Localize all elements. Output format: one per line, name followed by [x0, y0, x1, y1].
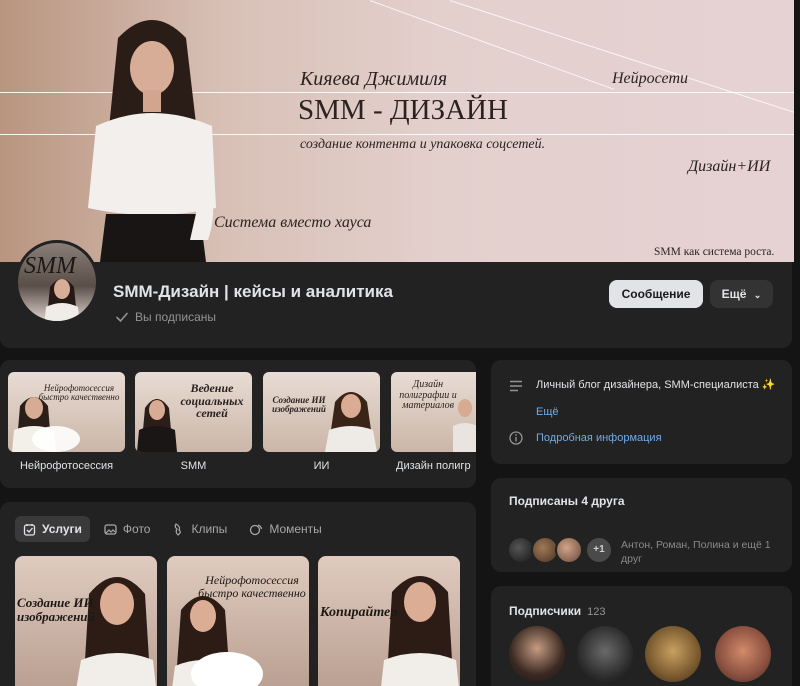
content-panel: Услуги Фото Клипы Моменты Создание ИИ из… — [0, 502, 476, 686]
album-cover-text: Создание ИИ изображений — [272, 395, 326, 415]
message-button[interactable]: Сообщение — [609, 280, 703, 308]
albums-panel: Нейрофотосессия быстро качественно Нейро… — [0, 360, 476, 488]
album-cover-text: Ведение социальных сетей — [180, 381, 244, 421]
album-label[interactable]: SMM — [135, 460, 252, 472]
subscribed-label: Вы подписаны — [135, 310, 216, 324]
clips-icon — [175, 522, 182, 536]
tab-moments[interactable]: Моменты — [241, 516, 329, 542]
album-cover[interactable]: Нейрофотосессия быстро качественно — [8, 372, 125, 452]
cover-tag-ai: Нейросети — [612, 70, 688, 87]
album-portrait — [137, 399, 177, 452]
avatar[interactable] — [715, 626, 771, 682]
more-button-label: Ещё — [721, 287, 747, 301]
tab-label: Клипы — [191, 522, 228, 536]
more-friends-badge[interactable]: +1 — [585, 536, 613, 564]
cover-name: Кияева Джимиля — [300, 68, 448, 90]
tab-label: Фото — [122, 522, 151, 536]
avatar[interactable] — [509, 626, 565, 682]
album-cover[interactable]: Ведение социальных сетей — [135, 372, 252, 452]
cover-portrait — [88, 20, 216, 262]
album-cover[interactable]: Создание ИИ изображений — [263, 372, 380, 452]
tab-clips[interactable]: Клипы — [164, 516, 235, 542]
more-button[interactable]: Ещё ⌄ — [710, 280, 773, 308]
community-page: Кияева Джимиля SMM - ДИЗАЙН создание кон… — [0, 0, 800, 686]
album-cover-text: Нейрофотосессия быстро качественно — [38, 383, 120, 403]
avatar[interactable] — [555, 536, 583, 564]
album-portrait — [325, 392, 377, 452]
moments-icon — [250, 523, 263, 535]
friends-names: Антон, Роман, Полина и ещё 1 друг — [621, 539, 771, 565]
service-card-text: Нейрофотосессия быстро качественно — [198, 573, 306, 600]
service-card-portrait — [76, 577, 156, 686]
check-icon — [116, 312, 128, 323]
service-card-text: Создание ИИ изображений — [17, 595, 95, 624]
cover-footer: SMM как система роста. — [654, 246, 775, 258]
tab-label: Моменты — [269, 522, 322, 536]
album-label[interactable]: ИИ — [263, 460, 380, 472]
cover-slogan: Система вместо хауса — [214, 214, 372, 231]
services-icon — [23, 523, 36, 536]
service-card-portrait — [381, 576, 459, 686]
friends-title: Подписаны 4 друга — [509, 494, 625, 508]
details-link[interactable]: Подробная информация — [536, 432, 662, 444]
avatar-portrait — [44, 279, 80, 321]
album-portrait — [453, 399, 476, 452]
flowers-icon — [191, 652, 263, 686]
photo-icon — [104, 523, 117, 535]
tab-photo[interactable]: Фото — [96, 516, 159, 542]
tab-label: Услуги — [42, 522, 82, 536]
page-title: SMM-Дизайн | кейсы и аналитика — [113, 282, 393, 301]
cover-tagline: создание контента и упаковка соцсетей. — [300, 137, 546, 152]
followers-label: Подписчики — [509, 604, 582, 618]
followers-title: Подписчики 123 — [509, 604, 606, 618]
friends-panel[interactable]: Подписаны 4 друга +1 Антон, Роман, Полин… — [491, 478, 792, 572]
followers-panel[interactable]: Подписчики 123 — [491, 586, 792, 686]
service-card-text: Копирайтер — [320, 605, 398, 620]
album-label[interactable]: Дизайн полигр — [396, 460, 476, 472]
service-card[interactable]: Нейрофотосессия быстро качественно — [167, 556, 309, 686]
album-cover[interactable]: Дизайн полиграфии и материалов — [391, 372, 476, 452]
friends-avatars: +1 Антон, Роман, Полина и ещё 1 друг — [491, 512, 792, 572]
more-link[interactable]: Ещё — [536, 406, 559, 418]
album-label[interactable]: Нейрофотосессия — [8, 460, 125, 472]
avatar[interactable] — [577, 626, 633, 682]
avatar[interactable] — [645, 626, 701, 682]
tab-services[interactable]: Услуги — [15, 516, 90, 542]
service-card[interactable]: Создание ИИ изображений — [15, 556, 157, 686]
cover-headline: SMM - ДИЗАЙН — [298, 94, 508, 126]
followers-count: 123 — [587, 606, 606, 618]
text-lines-icon — [510, 380, 522, 392]
info-panel: Личный блог дизайнера, SMM-специалиста ✨… — [491, 360, 792, 464]
service-card[interactable]: Копирайтер — [318, 556, 460, 686]
content-tabs: Услуги Фото Клипы Моменты — [15, 516, 330, 542]
avatar[interactable]: SMM — [15, 240, 99, 324]
info-icon — [509, 431, 523, 445]
description: Личный блог дизайнера, SMM-специалиста ✨ — [536, 379, 776, 391]
cover-tag-design: Дизайн+ИИ — [688, 158, 771, 175]
subscription-status[interactable]: Вы подписаны — [115, 310, 216, 324]
chevron-down-icon: ⌄ — [753, 290, 762, 300]
cover-image: Кияева Джимиля SMM - ДИЗАЙН создание кон… — [0, 0, 794, 262]
flowers-icon — [32, 426, 80, 452]
